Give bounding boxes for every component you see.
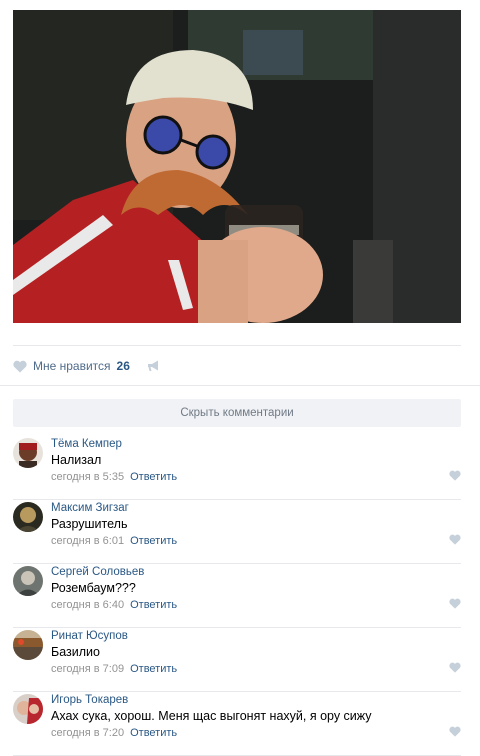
comment: Максим Зигзаг Разрушитель сегодня в 6:01… (13, 500, 461, 564)
comment-author[interactable]: Игорь Токарев (51, 693, 441, 707)
divider (13, 345, 461, 346)
post-photo[interactable] (13, 10, 461, 323)
heart-icon[interactable] (449, 534, 461, 545)
like-button[interactable]: Мне нравится 26 (13, 359, 130, 373)
comment-text: Разрушитель (51, 517, 128, 531)
post-photo-image (13, 10, 461, 323)
avatar-image (13, 438, 43, 468)
reply-button[interactable]: Ответить (130, 727, 177, 739)
post-actions: Мне нравится 26 (13, 355, 461, 377)
comment-text: Базилио (51, 645, 100, 659)
heart-icon[interactable] (449, 726, 461, 737)
comment: Тёма Кемпер Нализал сегодня в 5:35 Ответи… (13, 436, 461, 500)
heart-icon (13, 360, 27, 372)
comment-author[interactable]: Сергей Соловьев (51, 565, 441, 579)
like-label: Мне нравится (33, 359, 111, 373)
avatar-image (13, 694, 43, 724)
comment-author[interactable]: Ринат Юсупов (51, 629, 441, 643)
like-count: 26 (116, 359, 130, 373)
avatar-image (13, 630, 43, 660)
avatar[interactable] (13, 502, 43, 532)
comment-text: Ахах сука, хорош. Меня щас выгонят нахуй… (51, 709, 372, 723)
reply-button[interactable]: Ответить (130, 535, 177, 547)
hide-comments-button[interactable]: Скрыть комментарии (13, 399, 461, 427)
hide-comments-label: Скрыть комментарии (180, 407, 294, 419)
comments-list: Тёма Кемпер Нализал сегодня в 5:35 Ответи… (13, 436, 461, 756)
comment-text: Нализал (51, 453, 102, 467)
avatar-image (13, 502, 43, 532)
heart-icon[interactable] (449, 662, 461, 673)
comment-time[interactable]: сегодня в 5:35 (51, 471, 124, 483)
comment-time[interactable]: сегодня в 6:01 (51, 535, 124, 547)
comment-time[interactable]: сегодня в 7:09 (51, 663, 124, 675)
divider (0, 385, 480, 386)
avatar[interactable] (13, 438, 43, 468)
avatar[interactable] (13, 694, 43, 724)
heart-icon[interactable] (449, 598, 461, 609)
avatar-image (13, 566, 43, 596)
comment: Игорь Токарев Ахах сука, хорош. Меня щас… (13, 692, 461, 756)
megaphone-icon (147, 360, 158, 371)
avatar[interactable] (13, 566, 43, 596)
avatar[interactable] (13, 630, 43, 660)
reply-button[interactable]: Ответить (130, 471, 177, 483)
comment-author[interactable]: Максим Зигзаг (51, 501, 441, 515)
comment: Сергей Соловьев Розембаум??? сегодня в 6… (13, 564, 461, 628)
comment: Ринат Юсупов Базилио сегодня в 7:09 Ответ… (13, 628, 461, 692)
comment-text: Розембаум??? (51, 581, 136, 595)
reply-button[interactable]: Ответить (130, 599, 177, 611)
reply-button[interactable]: Ответить (130, 663, 177, 675)
comment-time[interactable]: сегодня в 7:20 (51, 727, 124, 739)
heart-icon[interactable] (449, 470, 461, 481)
comment-author[interactable]: Тёма Кемпер (51, 437, 441, 451)
share-button[interactable] (147, 360, 160, 372)
comment-time[interactable]: сегодня в 6:40 (51, 599, 124, 611)
